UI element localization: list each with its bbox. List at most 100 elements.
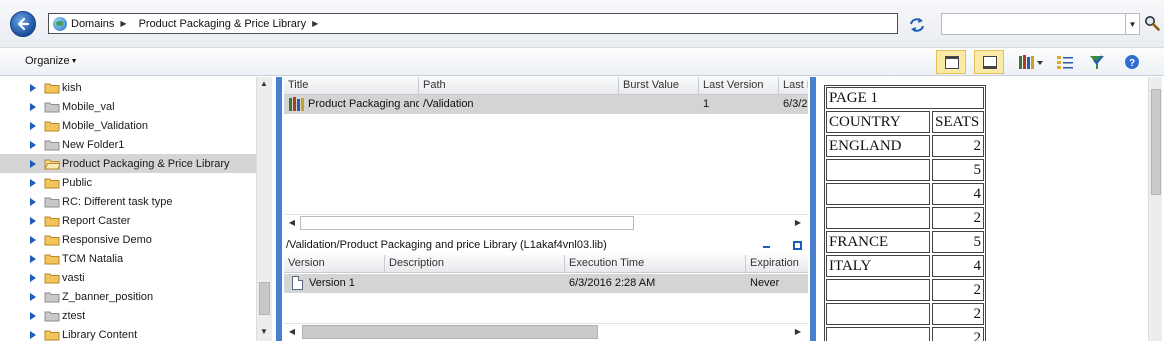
cell-description <box>385 274 565 293</box>
folder-icon <box>44 197 60 207</box>
expand-arrow-icon[interactable] <box>30 330 36 339</box>
tree-item[interactable]: Public <box>0 173 256 192</box>
help-icon[interactable]: ? <box>1124 54 1140 70</box>
report-cell-seats: 2 <box>932 135 984 157</box>
version-grid-header: Version Description Execution Time Expir… <box>284 255 808 273</box>
cell-title: Product Packaging and <box>308 98 419 110</box>
column-header-execution-time[interactable]: Execution Time <box>565 255 746 273</box>
tree-item[interactable]: RC: Different task type <box>0 192 256 211</box>
column-header-description[interactable]: Description <box>385 255 565 273</box>
cell-path: /Validation <box>423 98 474 110</box>
expand-arrow-icon[interactable] <box>30 292 36 301</box>
left-splitter[interactable] <box>276 77 282 341</box>
chevron-down-icon: ▼ <box>70 58 78 65</box>
tree-item[interactable]: Mobile_val <box>0 97 256 116</box>
column-header-title[interactable]: Title <box>284 77 419 95</box>
folder-icon <box>44 273 60 283</box>
tree-item[interactable]: ztest <box>0 306 256 325</box>
expand-arrow-icon[interactable] <box>30 121 36 130</box>
report-cell-seats: 4 <box>932 255 984 277</box>
search-icon[interactable] <box>1144 15 1160 31</box>
tree-item[interactable]: kish <box>0 78 256 97</box>
tree-scroll-thumb[interactable] <box>259 282 270 315</box>
search-dropdown-chevron-down-icon[interactable]: ▼ <box>1126 13 1140 35</box>
expand-arrow-icon[interactable] <box>30 178 36 187</box>
tree-item-label: Library Content <box>62 328 138 341</box>
report-cell-seats: 4 <box>932 183 984 205</box>
tree-item[interactable]: TCM Natalia <box>0 249 256 268</box>
tree-scrollbar[interactable]: ▲ ▼ <box>256 77 272 341</box>
scroll-left-icon[interactable]: ◀ <box>286 218 298 227</box>
breadcrumb-current-folder[interactable]: Product Packaging & Price Library <box>139 18 307 30</box>
preview-scrollbar[interactable] <box>1148 77 1162 341</box>
report-cell-seats: 2 <box>932 207 984 229</box>
tree-item[interactable]: New Folder1 <box>0 135 256 154</box>
breadcrumb-domains[interactable]: Domains <box>71 18 114 30</box>
scroll-left-icon[interactable]: ◀ <box>286 327 298 336</box>
version-scroll-thumb[interactable] <box>302 325 598 339</box>
expand-arrow-icon[interactable] <box>30 140 36 149</box>
report-header-country: COUNTRY <box>826 111 930 133</box>
version-horizontal-scrollbar[interactable]: ◀ ▶ <box>284 323 808 340</box>
svg-text:?: ? <box>1129 58 1135 69</box>
table-row[interactable]: Version 1 6/3/2016 2:28 AM Never <box>284 274 808 293</box>
tree-item[interactable]: Product Packaging & Price Library <box>0 154 256 173</box>
check-filter-icon[interactable] <box>1088 54 1106 70</box>
folder-icon <box>44 216 60 226</box>
column-header-path[interactable]: Path <box>419 77 619 95</box>
tree-item[interactable]: Report Caster <box>0 211 256 230</box>
organize-menu-button[interactable]: Organize▼ <box>25 55 78 67</box>
table-row[interactable]: Product Packaging and /Validation 1 6/3/… <box>284 95 808 114</box>
folder-icon <box>44 121 60 131</box>
tree-item[interactable]: Responsive Demo <box>0 230 256 249</box>
maximize-icon[interactable] <box>793 241 802 250</box>
tree-item[interactable]: Z_banner_position <box>0 287 256 306</box>
grid-horizontal-scrollbar[interactable]: ◀ ▶ <box>284 214 808 231</box>
column-header-expiration[interactable]: Expiration <box>746 255 808 273</box>
library-books-icon[interactable] <box>1018 54 1044 70</box>
expand-arrow-icon[interactable] <box>30 273 36 282</box>
scroll-down-icon[interactable]: ▼ <box>258 327 270 336</box>
expand-arrow-icon[interactable] <box>30 311 36 320</box>
scroll-right-icon[interactable]: ▶ <box>792 327 804 336</box>
breadcrumb-separator-icon[interactable]: ▶ <box>312 19 318 28</box>
search-input[interactable] <box>941 13 1126 35</box>
expand-arrow-icon[interactable] <box>30 102 36 111</box>
right-splitter[interactable] <box>810 77 816 341</box>
expand-arrow-icon[interactable] <box>30 216 36 225</box>
report-cell-country: ENGLAND <box>826 135 930 157</box>
back-icon[interactable] <box>10 11 36 37</box>
scroll-up-icon[interactable]: ▲ <box>258 79 270 88</box>
column-header-version[interactable]: Version <box>284 255 385 273</box>
details-list-icon[interactable] <box>1056 54 1074 70</box>
report-cell-country <box>826 159 930 181</box>
expand-arrow-icon[interactable] <box>30 83 36 92</box>
expand-arrow-icon[interactable] <box>30 197 36 206</box>
report-cell-country: FRANCE <box>826 231 930 253</box>
layout-details-pane-button[interactable] <box>974 50 1004 74</box>
address-bar[interactable]: Domains ▶ Product Packaging & Price Libr… <box>48 13 898 34</box>
layout-preview-pane-button[interactable] <box>936 50 966 74</box>
folder-icon <box>44 140 60 150</box>
preview-scroll-thumb[interactable] <box>1151 89 1161 195</box>
tree-item[interactable]: Library Content <box>0 325 256 341</box>
breadcrumb-separator-icon[interactable]: ▶ <box>120 19 126 28</box>
tree-item[interactable]: Mobile_Validation <box>0 116 256 135</box>
scroll-right-icon[interactable]: ▶ <box>792 218 804 227</box>
grid-scroll-thumb[interactable] <box>300 216 634 230</box>
expand-arrow-icon[interactable] <box>30 235 36 244</box>
cell-version: Version 1 <box>309 277 355 289</box>
expand-arrow-icon[interactable] <box>30 159 36 168</box>
tree-item-label: Mobile_val <box>62 100 115 113</box>
column-header-last-execution[interactable]: Last E <box>779 77 808 95</box>
expand-arrow-icon[interactable] <box>30 254 36 263</box>
report-cell-country <box>826 303 930 325</box>
refresh-icon[interactable] <box>908 16 926 34</box>
pane-layout-icon <box>983 56 997 69</box>
minimize-icon[interactable] <box>763 246 770 248</box>
report-preview: PAGE 1 COUNTRY SEATS ENGLAND 2 5 4 2 FRANCE 5 ITAL… <box>818 77 1148 341</box>
tree-item[interactable]: vasti <box>0 268 256 287</box>
column-header-last-version[interactable]: Last Version <box>699 77 779 95</box>
report-cell-country <box>826 327 930 341</box>
column-header-burst-value[interactable]: Burst Value <box>619 77 699 95</box>
